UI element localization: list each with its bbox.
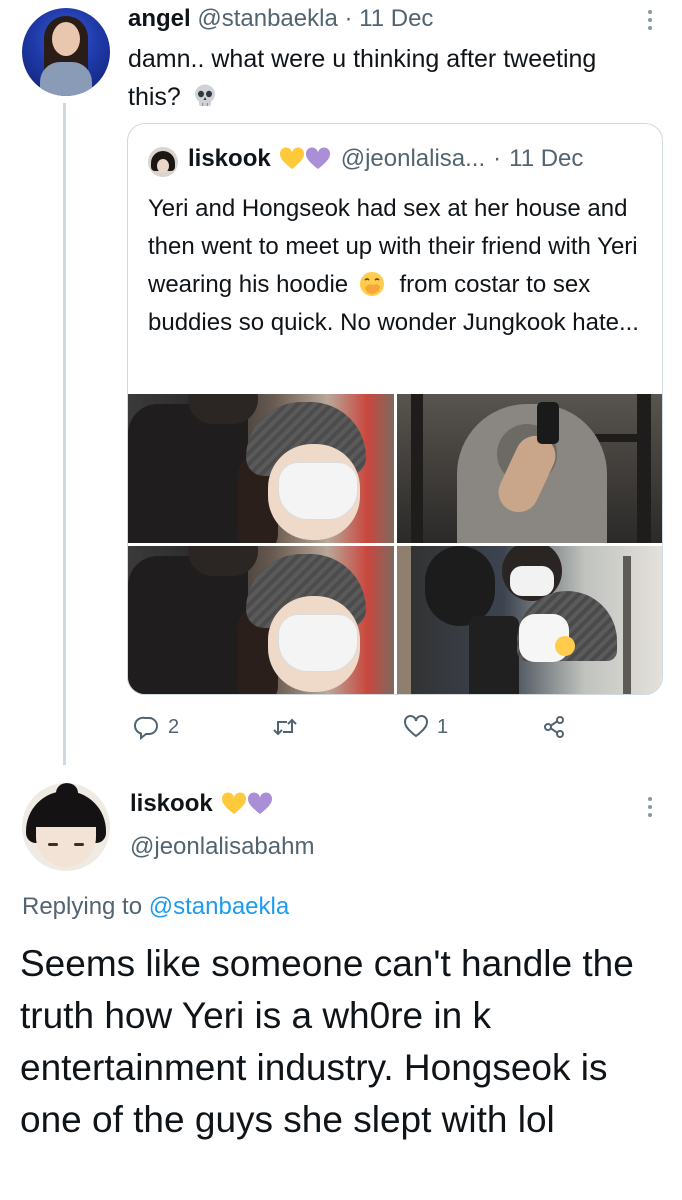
more-options-icon[interactable] xyxy=(640,8,660,32)
quoted-author-handle: @jeonlalisa... xyxy=(340,145,486,172)
thread-line xyxy=(63,103,66,765)
quoted-date: 11 Dec xyxy=(509,145,584,172)
photo-couple-mirror-selfie[interactable] xyxy=(397,546,662,694)
reply-text: Seems like someone can't handle the trut… xyxy=(20,943,634,1140)
replying-to-label: Replying to xyxy=(22,893,143,920)
replying-to-line: Replying to @stanbaekla xyxy=(22,893,289,921)
quoted-media-grid xyxy=(128,394,662,694)
header-separator: · xyxy=(344,5,353,32)
photo-selfie-beanie[interactable] xyxy=(128,394,394,543)
reply-author-handle[interactable]: @jeonlalisabahm xyxy=(130,833,314,861)
reply-action[interactable]: 2 xyxy=(134,714,179,740)
photo-gym-mirror-selfie[interactable] xyxy=(397,394,662,543)
retweet-action[interactable] xyxy=(272,714,306,740)
avatar-liskook-small xyxy=(148,147,178,177)
tweet-text: damn.. what were u thinking after tweeti… xyxy=(128,40,628,116)
reply-count: 2 xyxy=(168,715,180,738)
face-with-hand-over-mouth-icon xyxy=(359,272,384,296)
quoted-tweet-header: liskook @jeonlalisa... · 11 Dec xyxy=(188,145,583,173)
more-options-icon[interactable] xyxy=(640,795,660,819)
author-name[interactable]: angel xyxy=(128,5,191,32)
tweet-date[interactable]: 11 Dec xyxy=(359,5,433,32)
purple-heart-icon xyxy=(247,792,272,814)
reply-author-name-row: liskook xyxy=(130,790,273,818)
heart-icon xyxy=(404,715,428,738)
avatar-angel[interactable] xyxy=(22,8,110,96)
author-handle[interactable]: @stanbaekla xyxy=(197,5,337,32)
reply-author-name[interactable]: liskook xyxy=(130,790,213,818)
photo-selfie-beanie-2[interactable] xyxy=(128,546,394,694)
replying-to-handle[interactable]: @stanbaekla xyxy=(149,893,289,920)
retweet-icon xyxy=(273,718,297,736)
reply-icon xyxy=(134,716,158,740)
tweet-header: angel @stanbaekla · 11 Dec xyxy=(128,5,433,33)
share-icon xyxy=(544,716,564,738)
like-action[interactable]: 1 xyxy=(403,714,448,740)
share-action[interactable] xyxy=(541,714,567,740)
yellow-heart-icon xyxy=(221,792,246,814)
quoted-author-name: liskook xyxy=(188,145,271,172)
avatar-liskook[interactable] xyxy=(22,783,110,871)
quoted-separator: · xyxy=(493,145,502,172)
purple-heart-icon xyxy=(305,147,330,169)
skull-emoji-icon xyxy=(194,84,215,106)
yellow-heart-icon xyxy=(279,147,304,169)
quoted-tweet-text: Yeri and Hongseok had sex at her house a… xyxy=(148,190,648,342)
quoted-tweet-card[interactable]: liskook @jeonlalisa... · 11 Dec Yeri and… xyxy=(127,123,663,695)
like-count: 1 xyxy=(437,715,449,738)
